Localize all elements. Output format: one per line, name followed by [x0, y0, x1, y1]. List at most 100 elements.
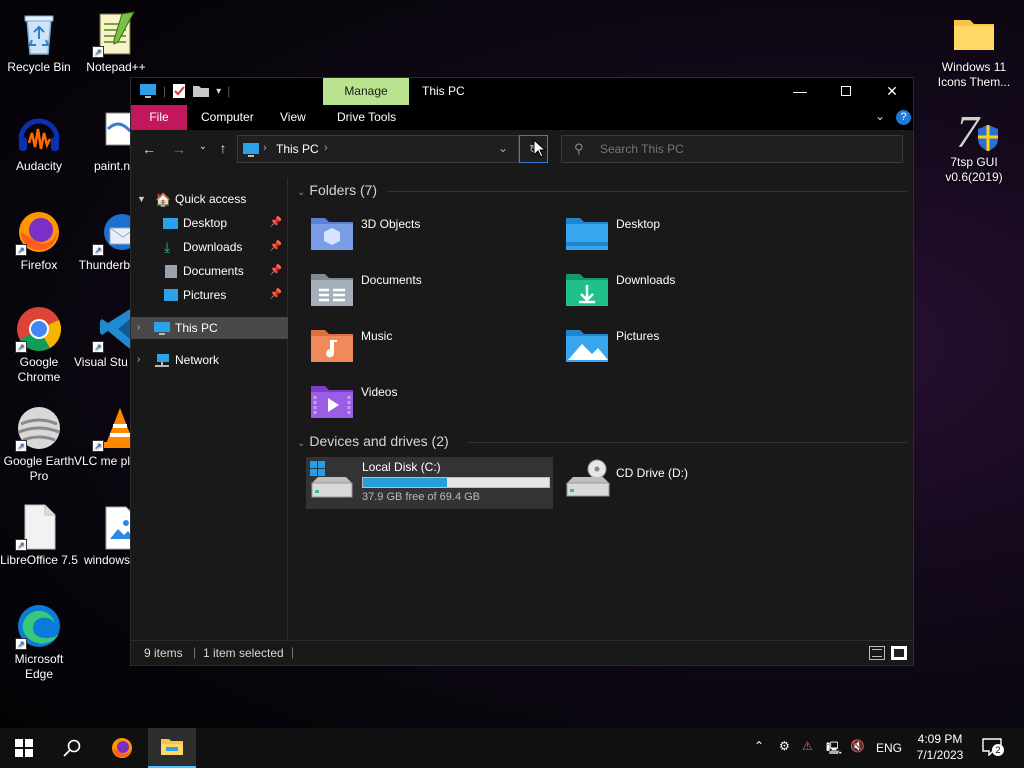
- desktop-icon-paintnet[interactable]: paint.n: [74, 109, 144, 174]
- new-folder-icon[interactable]: [192, 84, 210, 98]
- breadcrumb-this-pc[interactable]: This PC: [276, 142, 319, 156]
- show-hidden-icons-button[interactable]: ⌃: [754, 739, 764, 753]
- address-bar[interactable]: › This PC › ⌄: [237, 135, 519, 163]
- nav-item-downloads[interactable]: ⤓ Downloads 📌: [131, 236, 288, 258]
- desktop-icon-label: VLC me player: [74, 454, 130, 468]
- desktop-icon-chrome[interactable]: ↗ Google Chrome: [0, 305, 78, 385]
- folder-3d-objects[interactable]: 3D Objects: [309, 212, 549, 258]
- taskbar: ⌃ ⚙ ⚠ 🖳 🔇 ENG 4:09 PM 7/1/2023 2: [0, 728, 1024, 768]
- folder-videos[interactable]: Videos: [309, 380, 549, 426]
- desktop-icon-label: Microsoft Edge: [14, 652, 64, 681]
- breadcrumb-expand-icon[interactable]: ›: [324, 142, 328, 154]
- folder-desktop[interactable]: Desktop: [564, 212, 804, 258]
- desktop-icon-recycle-bin[interactable]: Recycle Bin: [0, 10, 78, 75]
- desktop-icon-firefox[interactable]: ↗ Firefox: [0, 208, 78, 273]
- recent-locations-button[interactable]: ⌄: [193, 141, 213, 152]
- pictures-icon: [164, 289, 178, 301]
- desktop-icon-windows-image[interactable]: windows: [74, 503, 137, 568]
- back-button[interactable]: ←: [139, 141, 159, 157]
- nav-item-desktop[interactable]: Desktop 📌: [131, 212, 288, 234]
- meet-now-icon[interactable]: ⚙: [779, 739, 790, 753]
- nav-item-pictures[interactable]: Pictures 📌: [131, 284, 288, 306]
- desktop-icon-libreoffice[interactable]: ↗ LibreOffice 7.5: [0, 503, 78, 568]
- up-button[interactable]: ↑: [213, 140, 233, 156]
- minimize-icon: —: [793, 83, 807, 99]
- this-pc-icon: [140, 84, 156, 98]
- clock-time: 4:09 PM: [917, 732, 963, 746]
- folder-music[interactable]: Music: [309, 324, 549, 370]
- expand-chevron-icon[interactable]: ›: [137, 349, 140, 371]
- search-input[interactable]: [600, 141, 890, 157]
- desktop-icon-vscode[interactable]: ↗ Visual Stu Code: [74, 305, 138, 370]
- expand-chevron-icon[interactable]: ›: [137, 317, 140, 339]
- ribbon-tabs: File Computer View Drive Tools ⌄ ?: [131, 105, 913, 130]
- desktop-icon-label: Thunderb: [78, 258, 130, 272]
- nav-item-documents[interactable]: Documents 📌: [131, 260, 288, 282]
- search-button[interactable]: [48, 728, 96, 768]
- tab-view[interactable]: View: [280, 105, 306, 130]
- svg-text:7: 7: [956, 106, 981, 153]
- minimize-button[interactable]: —: [777, 78, 823, 105]
- forward-arrow-icon: →: [172, 141, 186, 157]
- nav-quick-access[interactable]: ▼ 🏠 Quick access: [131, 188, 288, 210]
- drive-cd-d[interactable]: CD Drive (D:): [561, 457, 801, 509]
- desktop-icon-vlc[interactable]: ↗ VLC me player: [74, 404, 136, 469]
- nav-label: Pictures: [183, 288, 227, 302]
- desktop-icon-google-earth[interactable]: ↗ Google Earth Pro: [0, 404, 78, 484]
- maximize-button[interactable]: [823, 78, 869, 105]
- desktop-icon-label: Firefox: [20, 258, 58, 272]
- desktop-icon-audacity[interactable]: Audacity: [0, 109, 78, 174]
- clock-date: 7/1/2023: [916, 748, 964, 762]
- folders-group-header[interactable]: ⌄ Folders (7): [297, 182, 377, 198]
- forward-button[interactable]: →: [169, 141, 189, 157]
- documents-folder-icon: [311, 274, 353, 306]
- collapse-chevron-icon[interactable]: ▼: [137, 188, 146, 210]
- tab-manage[interactable]: Manage: [323, 78, 409, 105]
- large-icons-view-button[interactable]: [891, 646, 907, 660]
- start-button[interactable]: [0, 728, 48, 768]
- expand-ribbon-icon[interactable]: ⌄: [875, 109, 885, 123]
- tab-file[interactable]: File: [131, 105, 187, 130]
- nav-network[interactable]: › Network: [131, 349, 288, 371]
- desktop-icon-thunderbird[interactable]: ↗ Thunderb: [74, 208, 140, 273]
- windows-logo-icon: [15, 739, 33, 757]
- tab-computer[interactable]: Computer: [201, 105, 254, 130]
- close-button[interactable]: ✕: [869, 78, 915, 105]
- folder-downloads[interactable]: Downloads: [564, 268, 804, 314]
- search-box[interactable]: ⚲: [561, 135, 903, 163]
- file-explorer-window[interactable]: | ▾ | Manage This PC — ✕ File Computer V…: [130, 77, 914, 666]
- desktop-icon-notepadpp[interactable]: ↗ Notepad++: [77, 10, 155, 75]
- language-indicator[interactable]: ENG: [876, 741, 902, 755]
- download-arrow-icon: ⤓: [164, 239, 171, 255]
- security-alert-icon[interactable]: ⚠: [802, 739, 813, 753]
- clock[interactable]: 4:09 PM 7/1/2023: [912, 731, 968, 763]
- mouse-cursor-icon: [533, 139, 547, 158]
- network-status-icon[interactable]: 🖳: [826, 739, 842, 760]
- drive-free-space: 37.9 GB free of 69.4 GB: [362, 491, 481, 503]
- customize-qat-icon[interactable]: ▾: [216, 86, 221, 97]
- taskbar-firefox[interactable]: [98, 728, 146, 768]
- status-selection: 1 item selected: [203, 646, 284, 660]
- tab-drive-tools[interactable]: Drive Tools: [337, 105, 396, 130]
- devices-group-header[interactable]: ⌄ Devices and drives (2): [297, 433, 449, 449]
- nav-label: This PC: [175, 321, 218, 335]
- folder-documents[interactable]: Documents: [309, 268, 549, 314]
- help-icon[interactable]: ?: [896, 110, 911, 125]
- drive-local-disk-c[interactable]: Local Disk (C:) 37.9 GB free of 69.4 GB: [306, 457, 553, 509]
- desktop-icon-7tsp[interactable]: 7 7tsp GUI v0.6(2019): [934, 105, 1014, 185]
- folder-label: Videos: [361, 385, 398, 399]
- properties-icon[interactable]: [172, 83, 186, 99]
- nav-this-pc[interactable]: › This PC: [131, 317, 288, 339]
- details-view-button[interactable]: [869, 646, 885, 660]
- desktop-icon-edge[interactable]: ↗ Microsoft Edge: [0, 602, 78, 682]
- notification-center-button[interactable]: 2: [982, 738, 1004, 757]
- address-dropdown-icon[interactable]: ⌄: [498, 141, 508, 155]
- google-earth-icon: ↗: [15, 404, 63, 452]
- taskbar-file-explorer[interactable]: [148, 728, 196, 768]
- volume-muted-icon[interactable]: 🔇: [850, 739, 865, 753]
- desktop-icon-label: Notepad++: [86, 60, 146, 74]
- desktop-icon-windows11-icons-folder[interactable]: Windows 11 Icons Them...: [934, 10, 1014, 90]
- title-bar[interactable]: | ▾ | Manage This PC — ✕: [131, 78, 913, 105]
- folder-pictures[interactable]: Pictures: [564, 324, 804, 370]
- audacity-icon: [15, 109, 63, 157]
